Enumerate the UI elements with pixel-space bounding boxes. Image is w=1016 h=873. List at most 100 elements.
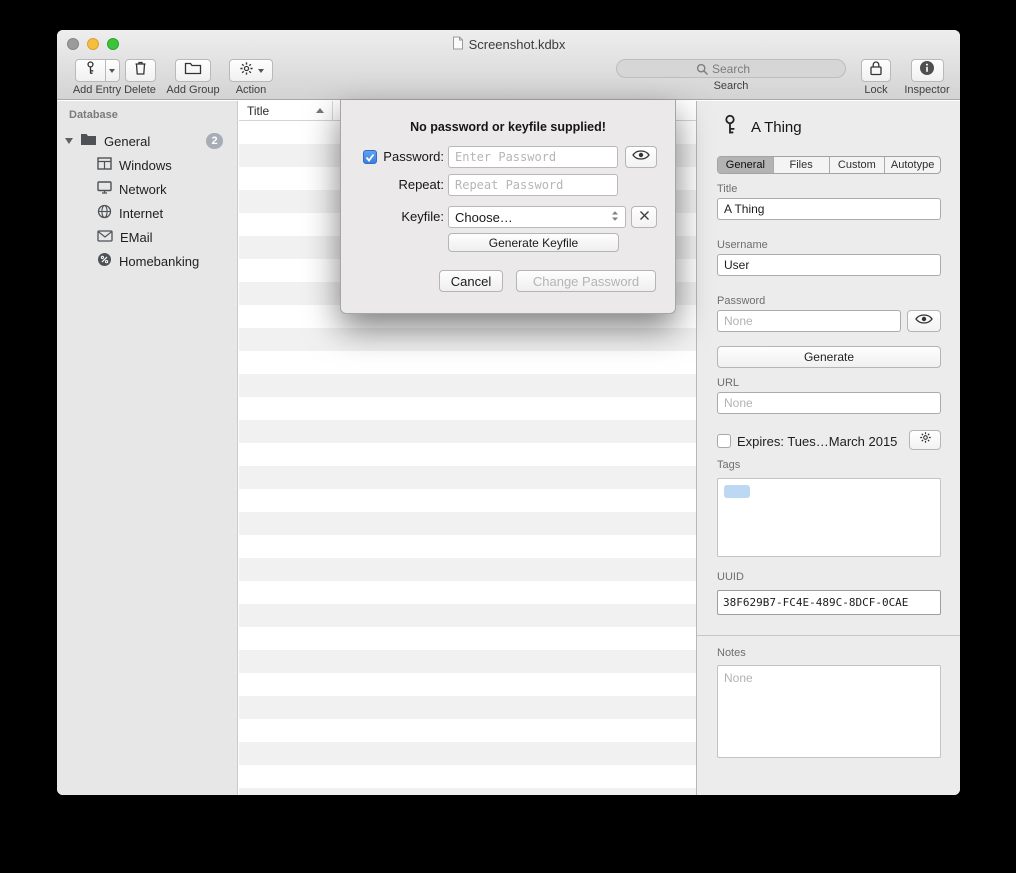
toolbar-item-lock: Lock [851,59,901,96]
add-entry-button[interactable] [75,59,120,82]
gear-icon [919,431,932,449]
eye-icon [915,312,933,330]
folder-plus-icon [184,61,202,80]
search-input[interactable] [617,60,845,77]
inspector-label: Inspector [904,84,949,96]
group-label: Homebanking [119,254,199,269]
inspector-button[interactable] [911,59,944,82]
group-label: Internet [119,206,163,221]
key-icon [719,113,741,142]
envelope-icon [97,230,113,245]
delete-label: Delete [124,84,156,96]
close-icon [639,208,650,226]
sidebar-item-general[interactable]: General 2 [57,129,237,153]
expires-settings-button[interactable] [909,430,941,450]
url-field[interactable] [717,392,941,414]
globe-icon [97,204,112,222]
repeat-password-input[interactable] [448,174,618,196]
repeat-label: Repeat: [344,177,444,192]
key-icon [83,60,98,81]
expires-label: Expires: Tues…March 2015 [737,434,897,449]
sort-ascending-icon [316,108,324,113]
lock-button[interactable] [861,59,891,82]
disclosure-triangle-icon[interactable] [65,138,73,144]
column-header-title[interactable]: Title [239,101,333,120]
tags-box[interactable] [717,478,941,557]
password-label: Password: [344,149,444,164]
stepper-icon [611,210,619,225]
toolbar-item-add-group: Add Group [163,59,223,96]
uuid-field[interactable] [717,590,941,615]
network-icon [97,181,112,197]
group-label: EMail [120,230,153,245]
username-field[interactable] [717,254,941,276]
notes-field[interactable] [717,665,941,758]
enter-password-input[interactable] [448,146,618,168]
sidebar-item-network[interactable]: Network [57,177,237,201]
info-icon [919,60,935,81]
chevron-down-icon [258,69,264,73]
sidebar-item-homebanking[interactable]: Homebanking [57,249,237,273]
sidebar-item-internet[interactable]: Internet [57,201,237,225]
change-password-sheet: No password or keyfile supplied! Passwor… [340,100,676,314]
generate-keyfile-button[interactable]: Generate Keyfile [448,233,619,252]
password-row: Password: [341,146,675,168]
group-label: General [104,134,150,149]
eye-icon [632,148,650,166]
search-field[interactable] [616,59,846,78]
delete-button[interactable] [125,59,156,82]
add-group-label: Add Group [166,84,219,96]
generate-password-button[interactable]: Generate [717,346,941,368]
reveal-password-button[interactable] [907,310,941,332]
inspector-panel: A Thing General Files Custom Autotype Ti… [696,101,960,795]
add-entry-main[interactable] [75,59,106,82]
password-field-label: Password [717,295,765,307]
group-tree: General 2 Windows Network Internet EMail [57,129,237,273]
repeat-row: Repeat: [341,174,675,196]
clear-keyfile-button[interactable] [631,206,657,228]
entry-count-badge: 2 [206,133,223,149]
sidebar-section-header: Database [57,101,237,121]
toolbar-item-delete: Delete [115,59,165,96]
coin-icon [97,252,112,270]
cancel-button[interactable]: Cancel [439,270,503,292]
expires-checkbox[interactable] [717,434,731,448]
window-title: Screenshot.kdbx [469,37,566,52]
tab-files[interactable]: Files [773,157,829,173]
sheet-actions: Cancel Change Password [341,270,656,292]
app-window: Screenshot.kdbx Add Entry Delete [57,30,960,795]
tags-field-label: Tags [717,459,740,471]
toolbar-item-inspector: Inspector [901,59,953,96]
title-field[interactable] [717,198,941,220]
change-password-button[interactable]: Change Password [516,270,656,292]
window-title-area: Screenshot.kdbx [57,35,960,53]
username-field-label: Username [717,239,768,251]
keyfile-row: Keyfile: Choose… [341,206,675,228]
keyfile-popup-value: Choose… [455,210,513,225]
tab-general[interactable]: General [718,157,773,173]
reveal-password-button[interactable] [625,146,657,168]
windows-icon [97,157,112,173]
password-field[interactable] [717,310,901,332]
notes-field-label: Notes [717,647,746,659]
gear-icon [239,61,254,81]
lock-label: Lock [864,84,887,96]
action-label: Action [236,84,267,96]
tab-autotype[interactable]: Autotype [884,157,940,173]
toolbar-item-search: Search [616,59,846,92]
tag-chip[interactable] [724,485,750,498]
add-group-button[interactable] [175,59,211,82]
window-chrome: Screenshot.kdbx Add Entry Delete [57,30,960,100]
sidebar-item-email[interactable]: EMail [57,225,237,249]
keyfile-label: Keyfile: [344,209,444,224]
toolbar-item-action: Action [221,59,281,96]
tab-custom[interactable]: Custom [829,157,885,173]
folder-icon [80,133,97,149]
title-field-label: Title [717,183,737,195]
action-button[interactable] [229,59,273,82]
sidebar: Database General 2 Windows Network Inter… [57,101,238,795]
search-label: Search [714,80,749,92]
keyfile-popup[interactable]: Choose… [448,206,626,228]
add-entry-label: Add Entry [73,84,121,96]
sidebar-item-windows[interactable]: Windows [57,153,237,177]
